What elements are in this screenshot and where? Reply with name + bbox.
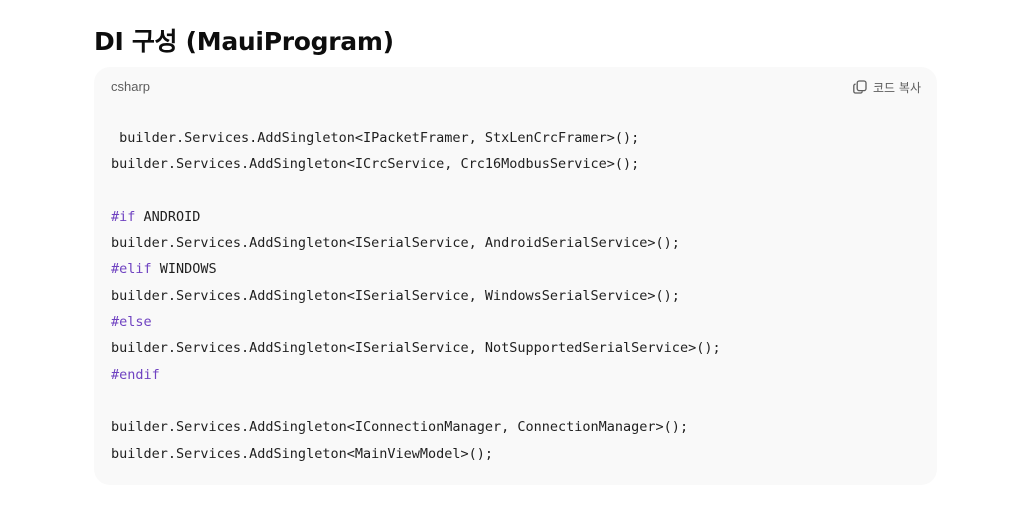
code-line: builder.Services.AddSingleton<IConnectio…: [111, 419, 689, 436]
code-line: ​: [111, 388, 921, 414]
code-line: #if ANDROID: [111, 208, 201, 225]
code-line: #elif WINDOWS: [111, 261, 217, 278]
copy-icon: [852, 79, 868, 95]
section-heading: DI 구성 (MauiProgram): [94, 27, 394, 56]
code-line: builder.Services.AddSingleton<MainViewMo…: [111, 445, 494, 462]
copy-code-button[interactable]: 코드 복사: [852, 77, 921, 97]
code-block: csharp 코드 복사 builder.Services.AddSinglet…: [94, 67, 937, 485]
code-line: builder.Services.AddSingleton<ISerialSer…: [111, 340, 721, 357]
code-line: builder.Services.AddSingleton<ISerialSer…: [111, 235, 680, 252]
preprocessor-directive: #if: [111, 208, 136, 225]
code-content[interactable]: builder.Services.AddSingleton<IPacketFra…: [111, 125, 921, 467]
code-line: #endif: [111, 362, 921, 388]
code-line: builder.Services.AddSingleton<IPacketFra…: [111, 130, 640, 146]
code-line: ​: [111, 178, 921, 204]
code-line: #else: [111, 309, 921, 335]
code-block-header: csharp 코드 복사: [94, 67, 937, 107]
code-line: builder.Services.AddSingleton<ICrcServic…: [111, 156, 640, 173]
preprocessor-directive: #elif: [111, 261, 152, 278]
code-language-label: csharp: [111, 79, 151, 94]
copy-code-label: 코드 복사: [873, 80, 921, 95]
preprocessor-directive: #endif: [111, 366, 160, 383]
code-line: builder.Services.AddSingleton<ISerialSer…: [111, 287, 680, 304]
preprocessor-directive: #else: [111, 314, 152, 331]
